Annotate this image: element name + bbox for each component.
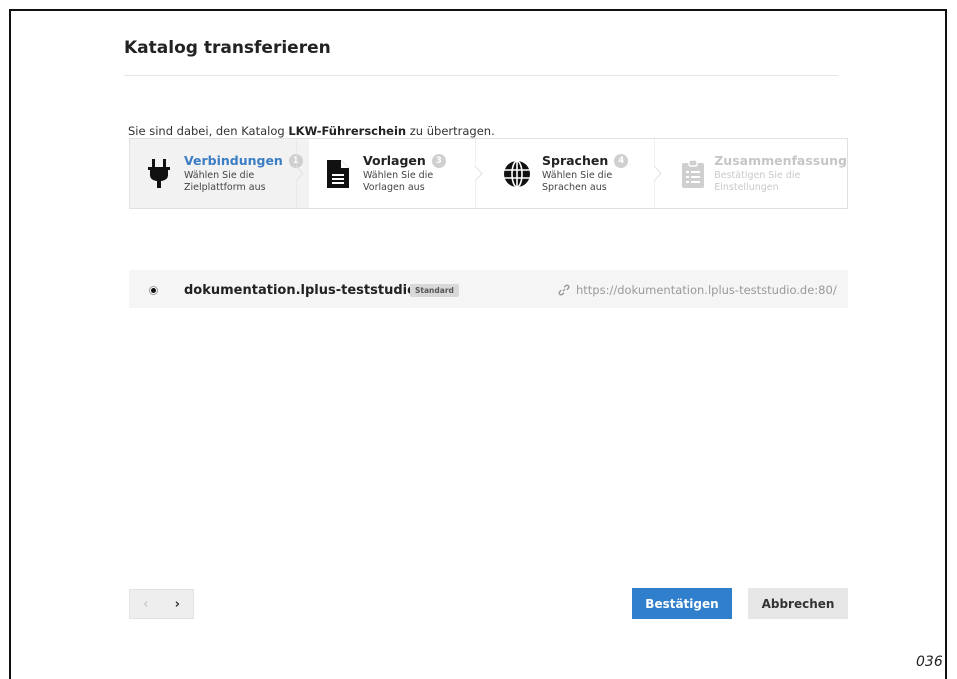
step-desc: Bestätigen Sie die Einstellungen	[714, 170, 801, 193]
confirm-button[interactable]: Bestätigen	[632, 588, 732, 619]
connection-radio[interactable]	[149, 286, 158, 295]
pager: ‹ ›	[129, 589, 194, 619]
link-icon	[558, 284, 570, 296]
step-desc: Wählen Sie die Zielplattform aus	[184, 170, 266, 193]
step-desc: Wählen Sie die Sprachen aus	[542, 170, 613, 193]
dialog-frame	[9, 9, 947, 679]
page-number: 036	[916, 654, 943, 670]
step-name: Verbindungen	[184, 153, 283, 168]
wizard-steps: Verbindungen 1 Wählen Sie die Zielplattfo…	[129, 138, 848, 209]
next-page-button[interactable]: ›	[162, 590, 194, 618]
intro-suffix: zu übertragen.	[406, 124, 495, 138]
radio-dot	[151, 288, 156, 293]
intro-text: Sie sind dabei, den Katalog LKW-Führersc…	[128, 124, 495, 138]
step-separator	[475, 139, 483, 208]
dialog-title: Katalog transferieren	[124, 38, 331, 58]
standard-badge: Standard	[410, 284, 459, 297]
title-divider	[124, 75, 838, 76]
step-sprachen[interactable]: Sprachen 4 Wählen Sie die Sprachen aus	[488, 139, 667, 208]
step-name: Zusammenfassung	[714, 153, 847, 168]
catalog-name: LKW-Führerschein	[288, 124, 407, 138]
step-name: Sprachen	[542, 153, 609, 168]
step-vorlagen[interactable]: Vorlagen 3 Wählen Sie die Vorlagen aus	[309, 139, 488, 208]
step-desc: Wählen Sie die Vorlagen aus	[363, 170, 434, 193]
connection-url: https://dokumentation.lplus-teststudio.d…	[558, 283, 837, 297]
step-verbindungen[interactable]: Verbindungen 1 Wählen Sie die Zielplattfo…	[130, 139, 309, 208]
prev-page-button[interactable]: ‹	[130, 590, 162, 618]
document-icon	[323, 157, 353, 191]
globe-icon	[502, 157, 532, 191]
step-badge: 3	[431, 153, 446, 168]
step-zusammenfassung: Zusammenfassung Bestätigen Sie die Einst…	[667, 139, 847, 208]
intro-prefix: Sie sind dabei, den Katalog	[128, 124, 289, 138]
plug-icon	[144, 157, 174, 191]
url-text: https://dokumentation.lplus-teststudio.d…	[576, 283, 837, 297]
connection-name: dokumentation.lplus-teststudio.de	[184, 283, 440, 298]
step-badge: 4	[614, 153, 629, 168]
cancel-button[interactable]: Abbrechen	[748, 588, 848, 619]
step-separator	[654, 139, 662, 208]
clipboard-list-icon	[681, 157, 704, 191]
step-name: Vorlagen	[363, 153, 426, 168]
step-separator	[296, 139, 304, 208]
